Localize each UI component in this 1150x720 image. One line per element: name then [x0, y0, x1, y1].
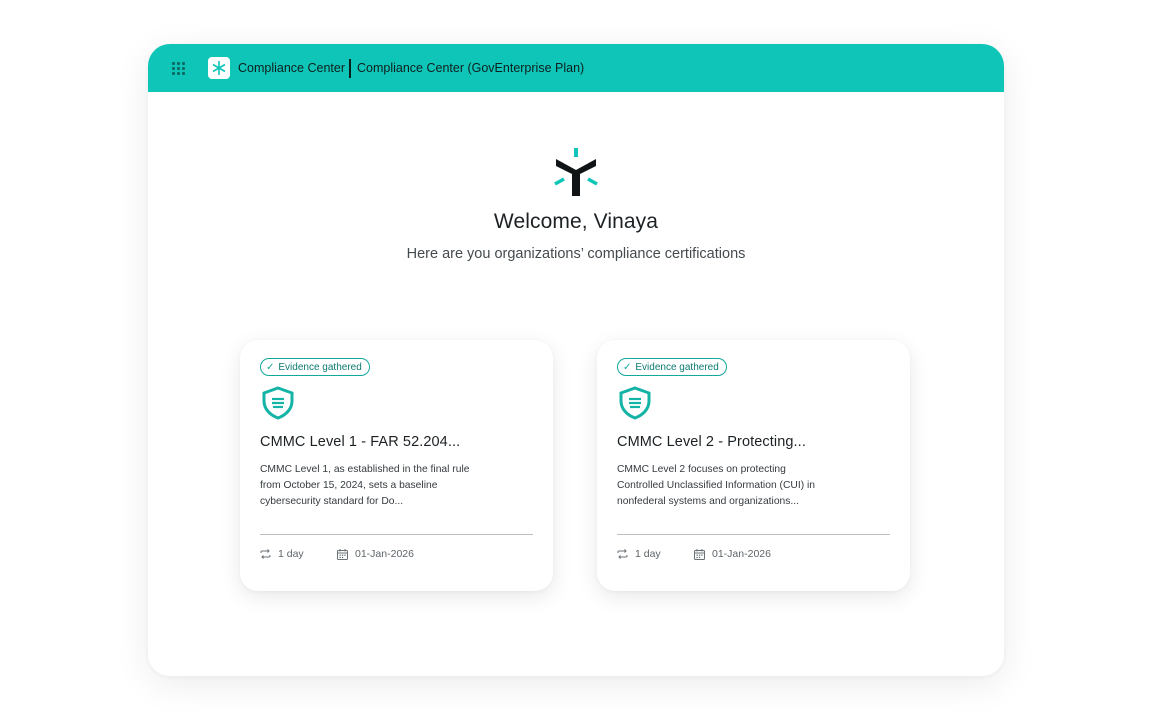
badge-label: Evidence gathered: [278, 361, 362, 373]
badge-label: Evidence gathered: [635, 361, 719, 373]
plan-name[interactable]: Compliance Center (GovEnterprise Plan): [357, 61, 584, 75]
check-icon: ✓: [623, 361, 632, 373]
card-frequency: 1 day: [260, 546, 304, 562]
certification-card[interactable]: ✓ Evidence gathered CMMC Level 2 - Prote…: [597, 340, 910, 591]
header-separator: [349, 59, 351, 78]
check-icon: ✓: [266, 361, 275, 373]
shield-icon: [262, 386, 294, 420]
app-name[interactable]: Compliance Center: [238, 61, 345, 75]
date-label: 01-Jan-2026: [712, 548, 771, 560]
company-logo-icon: [554, 148, 598, 196]
card-divider: [260, 534, 533, 535]
card-date: 01-Jan-2026: [694, 546, 771, 562]
card-description: CMMC Level 2 focuses on protecting Contr…: [617, 464, 816, 507]
top-bar: Compliance Center Compliance Center (Gov…: [148, 44, 1004, 92]
apps-grid-icon[interactable]: [172, 62, 185, 75]
certification-card[interactable]: ✓ Evidence gathered CMMC Level 1 - FAR 5…: [240, 340, 553, 591]
calendar-icon: [694, 548, 705, 560]
status-badge: ✓ Evidence gathered: [260, 358, 370, 376]
app-window: Compliance Center Compliance Center (Gov…: [148, 44, 1004, 676]
welcome-subtitle: Here are you organizations’ compliance c…: [406, 246, 746, 262]
card-frequency: 1 day: [617, 546, 661, 562]
card-date: 01-Jan-2026: [337, 546, 414, 562]
card-title: CMMC Level 1 - FAR 52.204...: [260, 434, 461, 450]
repeat-icon: [617, 549, 628, 559]
calendar-icon: [337, 548, 348, 560]
status-badge: ✓ Evidence gathered: [617, 358, 727, 376]
brand-logo-icon[interactable]: [208, 57, 230, 79]
frequency-label: 1 day: [635, 548, 661, 560]
card-divider: [617, 534, 890, 535]
frequency-label: 1 day: [278, 548, 304, 560]
date-label: 01-Jan-2026: [355, 548, 414, 560]
welcome-heading: Welcome, Vinaya: [493, 210, 659, 233]
card-description: CMMC Level 1, as established in the fina…: [260, 464, 470, 507]
shield-icon: [619, 386, 651, 420]
repeat-icon: [260, 549, 271, 559]
card-title: CMMC Level 2 - Protecting...: [617, 434, 806, 450]
